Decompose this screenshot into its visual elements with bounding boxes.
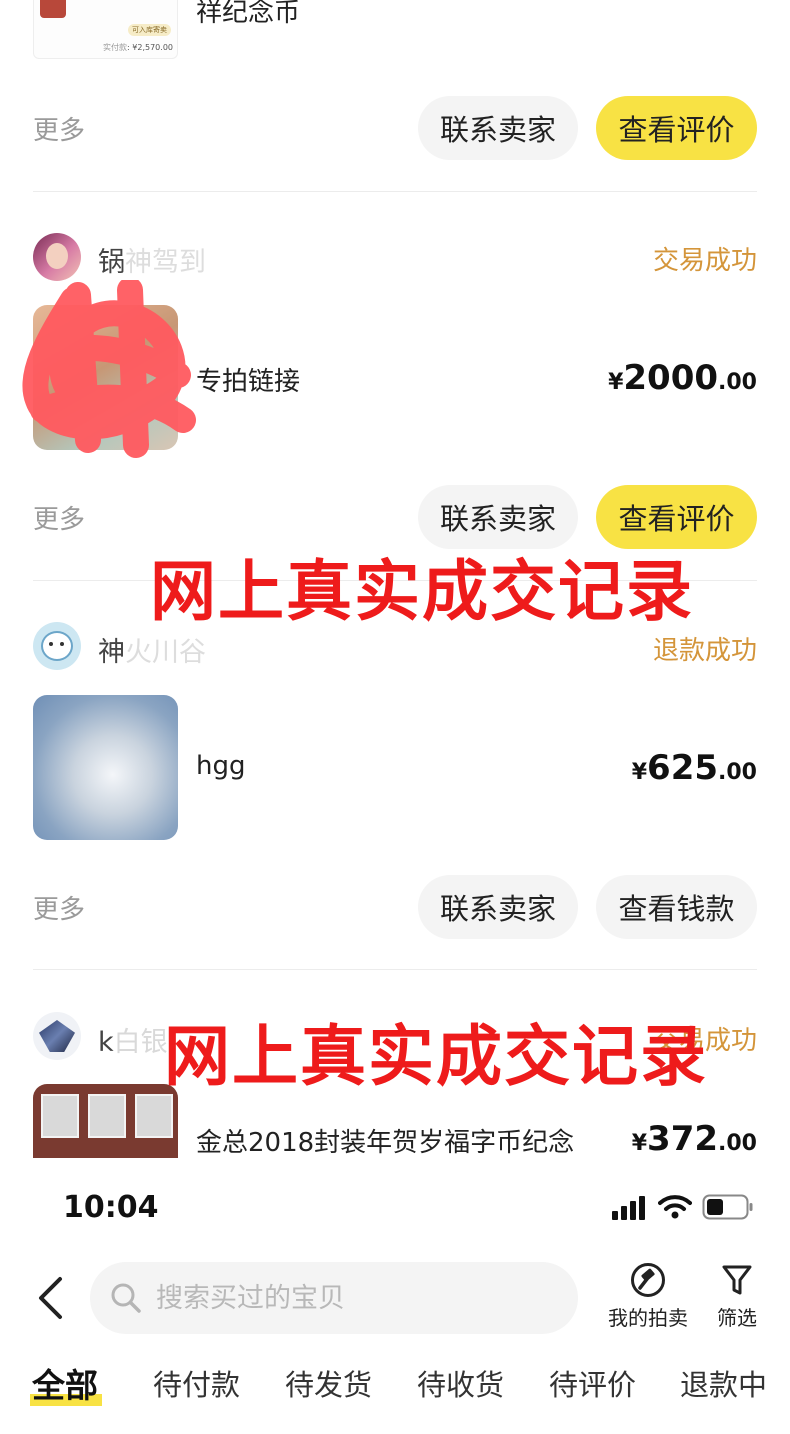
- view-payment-button[interactable]: 查看钱款: [596, 875, 757, 939]
- order-title: 祥纪念币: [196, 0, 301, 28]
- product-title[interactable]: 金总2018封装年贺岁福字币纪念: [196, 1122, 574, 1159]
- currency-symbol: ¥: [631, 760, 648, 785]
- currency-symbol: ¥: [631, 1131, 648, 1156]
- order-price: ¥625.00: [632, 748, 757, 788]
- watermark-text: 网上真实成交记录: [164, 1018, 708, 1095]
- search-input[interactable]: [154, 1281, 538, 1315]
- filter-funnel-icon: [722, 1265, 752, 1295]
- seller-name-blur: [124, 238, 220, 274]
- price-integer: 372: [647, 1119, 719, 1159]
- price-integer: 2000: [623, 358, 719, 398]
- wifi-icon: [658, 1195, 692, 1219]
- seller-avatar[interactable]: [33, 622, 81, 670]
- price-integer: 625: [647, 748, 719, 788]
- divider: [33, 969, 757, 970]
- product-thumbnail[interactable]: [33, 695, 178, 840]
- view-review-button[interactable]: 查看评价: [596, 96, 757, 160]
- currency-symbol: ¥: [608, 370, 624, 395]
- search-bar[interactable]: [90, 1262, 578, 1334]
- my-auction-button[interactable]: 我的拍卖: [604, 1262, 692, 1331]
- battery-icon: [702, 1194, 753, 1220]
- product-thumbnail[interactable]: [33, 1084, 178, 1158]
- watermark-text: 网上真实成交记录: [150, 553, 694, 630]
- divider: [33, 191, 757, 192]
- filter-label: 筛选: [717, 1306, 757, 1330]
- more-link[interactable]: 更多: [33, 110, 85, 147]
- resale-badge: 可入库寄卖: [128, 24, 171, 36]
- auction-gavel-icon: [631, 1263, 665, 1297]
- price-decimal: .00: [718, 370, 757, 395]
- contact-seller-button[interactable]: 联系卖家: [418, 96, 578, 160]
- filter-button[interactable]: 筛选: [712, 1262, 762, 1331]
- order-status: 交易成功: [652, 246, 757, 276]
- status-bar-time: 10:04: [63, 1190, 159, 1225]
- tab-refunding[interactable]: 退款中: [680, 1362, 767, 1404]
- contact-seller-button[interactable]: 联系卖家: [418, 875, 578, 939]
- product-title[interactable]: 专拍链接: [196, 361, 300, 398]
- order-price: ¥372.00: [632, 1119, 757, 1159]
- more-link[interactable]: 更多: [33, 889, 85, 926]
- tab-pending-payment[interactable]: 待付款: [153, 1362, 240, 1404]
- paid-value: ¥2,570.00: [132, 43, 173, 52]
- order-snapshot-thumbnail[interactable]: 可入库寄卖 实付款: ¥2,570.00: [33, 0, 178, 59]
- cellular-signal-icon: [612, 1196, 645, 1220]
- more-link[interactable]: 更多: [33, 499, 85, 536]
- price-decimal: .00: [718, 1131, 757, 1156]
- order-price: ¥2000.00: [608, 358, 757, 398]
- seller-avatar[interactable]: [33, 1012, 81, 1060]
- back-arrow-icon[interactable]: [36, 1276, 66, 1320]
- tab-pending-review[interactable]: 待评价: [549, 1362, 636, 1404]
- red-scribble-censor: [22, 280, 196, 458]
- seller-avatar[interactable]: [33, 233, 81, 281]
- price-decimal: .00: [718, 760, 757, 785]
- paid-label: 实付款: [103, 43, 128, 52]
- tab-pending-receipt[interactable]: 待收货: [417, 1362, 504, 1404]
- search-icon: [111, 1283, 141, 1313]
- tab-pending-shipment[interactable]: 待发货: [285, 1362, 372, 1404]
- tab-all[interactable]: 全部: [32, 1359, 98, 1407]
- coin-image: [40, 0, 66, 18]
- product-title[interactable]: hgg: [196, 751, 246, 781]
- my-auction-label: 我的拍卖: [608, 1306, 688, 1330]
- order-card-1: 可入库寄卖 实付款: ¥2,570.00 祥纪念币 更多 联系卖家 查看评价: [0, 0, 790, 192]
- order-status: 退款成功: [652, 636, 757, 666]
